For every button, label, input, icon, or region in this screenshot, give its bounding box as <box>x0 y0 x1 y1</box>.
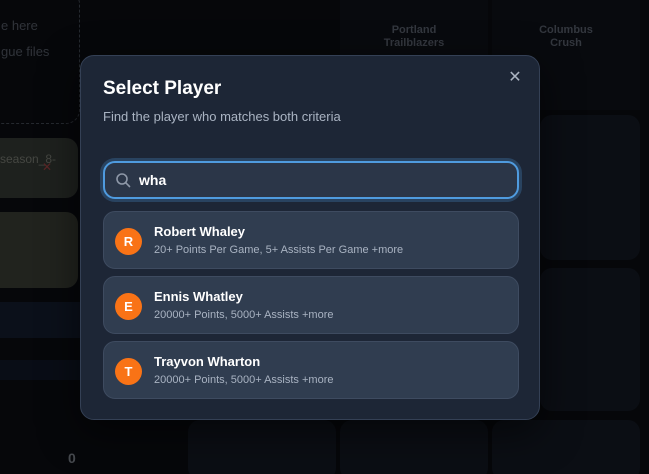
player-criteria: 20000+ Points, 5000+ Assists +more <box>154 374 334 386</box>
player-name: Ennis Whatley <box>154 289 243 304</box>
player-result-item[interactable]: R Robert Whaley 20+ Points Per Game, 5+ … <box>103 211 519 269</box>
modal-subtitle: Find the player who matches both criteri… <box>103 109 341 124</box>
player-result-item[interactable]: E Ennis Whatley 20000+ Points, 5000+ Ass… <box>103 276 519 334</box>
player-criteria: 20+ Points Per Game, 5+ Assists Per Game… <box>154 244 404 256</box>
player-avatar: T <box>115 358 142 385</box>
player-name: Robert Whaley <box>154 224 246 239</box>
player-search-input[interactable] <box>139 163 509 197</box>
modal-title: Select Player <box>103 78 222 99</box>
player-avatar: E <box>115 293 142 320</box>
search-icon <box>116 173 131 188</box>
select-player-modal: ✕ Select Player Find the player who matc… <box>80 55 540 420</box>
player-search-box[interactable] <box>103 161 519 199</box>
player-result-item[interactable]: T Trayvon Wharton 20000+ Points, 5000+ A… <box>103 341 519 399</box>
close-icon[interactable]: ✕ <box>505 68 525 88</box>
player-criteria: 20000+ Points, 5000+ Assists +more <box>154 309 334 321</box>
search-results-list: R Robert Whaley 20+ Points Per Game, 5+ … <box>103 211 519 406</box>
player-avatar: R <box>115 228 142 255</box>
player-name: Trayvon Wharton <box>154 354 261 369</box>
